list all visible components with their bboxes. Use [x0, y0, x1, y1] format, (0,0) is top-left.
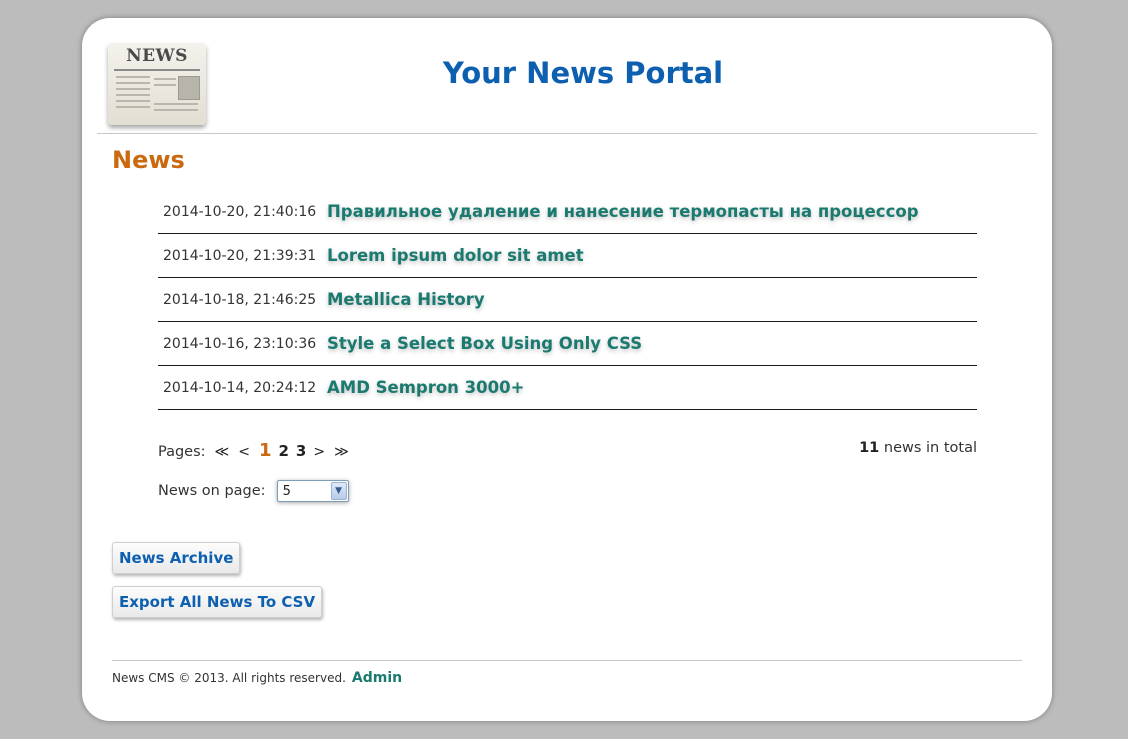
news-row: 2014-10-18, 21:46:25 Metallica History — [158, 278, 977, 322]
news-per-page: News on page: 5 ▼ — [158, 480, 349, 502]
news-row: 2014-10-20, 21:39:31 Lorem ipsum dolor s… — [158, 234, 977, 278]
pagination: Pages: ≪ < 1 2 3 > ≫ — [158, 440, 358, 461]
news-title-link[interactable]: AMD Sempron 3000+ — [327, 378, 524, 397]
page-link-current: 1 — [258, 440, 272, 461]
logo-text-line — [116, 106, 150, 108]
news-row: 2014-10-20, 21:40:16 Правильное удаление… — [158, 190, 977, 234]
news-date: 2014-10-14, 20:24:12 — [163, 379, 317, 396]
logo-text-line — [116, 100, 150, 102]
news-date: 2014-10-20, 21:39:31 — [163, 247, 317, 264]
export-csv-button[interactable]: Export All News To CSV — [112, 586, 323, 618]
logo-text-line — [154, 109, 198, 111]
chevron-down-icon[interactable]: ▼ — [330, 482, 347, 500]
pagination-label: Pages: — [158, 444, 206, 460]
first-page-link[interactable]: ≪ — [215, 444, 230, 460]
footer: News CMS © 2013. All rights reserved. Ad… — [112, 670, 402, 686]
news-title-link[interactable]: Правильное удаление и нанесение термопас… — [327, 202, 919, 221]
per-page-value: 5 — [282, 484, 291, 499]
per-page-label: News on page: — [158, 483, 266, 499]
news-total-count: 11 — [859, 440, 880, 456]
news-date: 2014-10-20, 21:40:16 — [163, 203, 317, 220]
footer-divider — [112, 660, 1022, 661]
last-page-link[interactable]: ≫ — [334, 444, 349, 460]
logo-text-line — [154, 103, 198, 105]
news-date: 2014-10-16, 23:10:36 — [163, 335, 317, 352]
news-total: 11 news in total — [859, 440, 977, 456]
news-date: 2014-10-18, 21:46:25 — [163, 291, 317, 308]
section-title: News — [112, 146, 185, 174]
news-total-label: news in total — [883, 440, 977, 456]
logo-text-line — [116, 94, 150, 96]
news-title-link[interactable]: Style a Select Box Using Only CSS — [327, 334, 642, 353]
admin-link[interactable]: Admin — [352, 670, 402, 686]
page-link[interactable]: 2 — [278, 442, 288, 460]
per-page-select[interactable]: 5 ▼ — [276, 480, 349, 502]
prev-page-link[interactable]: < — [238, 444, 250, 460]
next-page-link[interactable]: > — [313, 444, 325, 460]
site-title: Your News Portal — [82, 56, 1052, 90]
page-container: NEWS Your News Portal News 2014-10-20, 2… — [82, 18, 1052, 721]
header-divider — [97, 133, 1037, 134]
news-title-link[interactable]: Lorem ipsum dolor sit amet — [327, 246, 584, 265]
news-title-link[interactable]: Metallica History — [327, 290, 485, 309]
site-title-text: Your News Portal — [442, 56, 724, 90]
news-row: 2014-10-14, 20:24:12 AMD Sempron 3000+ — [158, 366, 977, 410]
news-archive-button[interactable]: News Archive — [112, 542, 241, 574]
news-list: 2014-10-20, 21:40:16 Правильное удаление… — [158, 190, 977, 410]
copyright-text: News CMS © 2013. All rights reserved. — [112, 671, 346, 685]
page-link[interactable]: 3 — [296, 442, 306, 460]
news-row: 2014-10-16, 23:10:36 Style a Select Box … — [158, 322, 977, 366]
